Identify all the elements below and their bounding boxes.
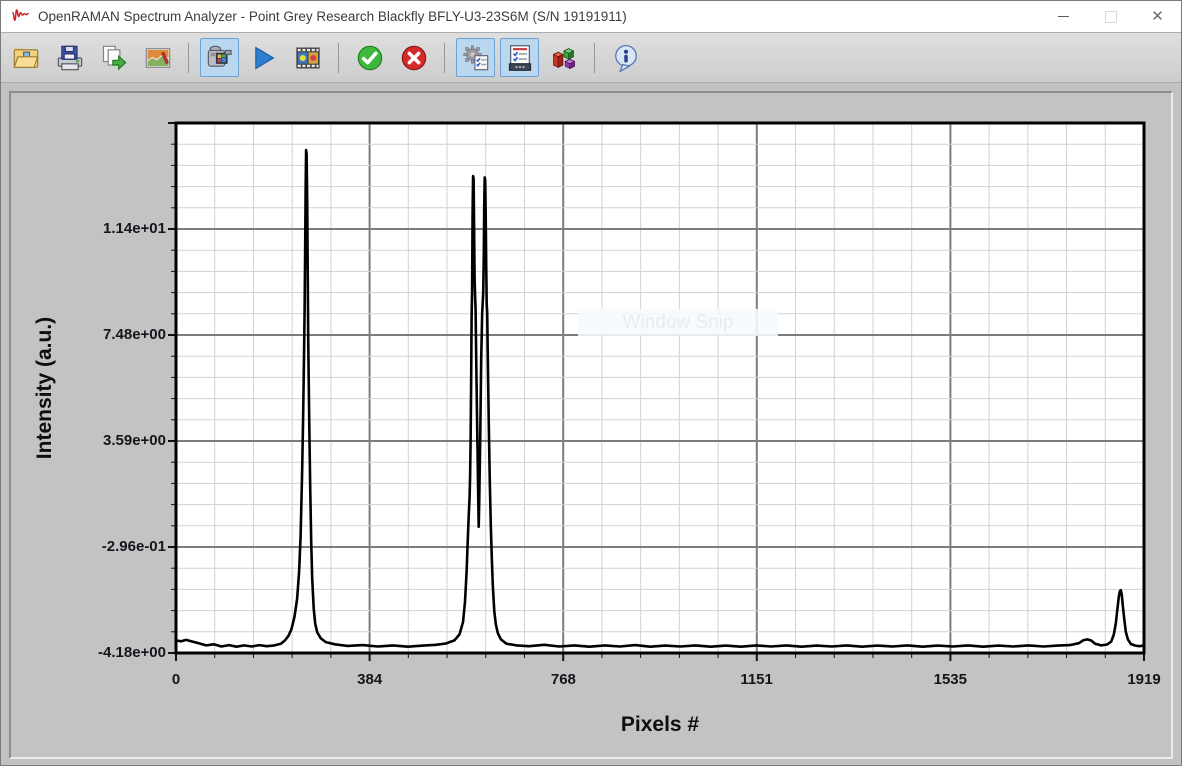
folder-icon: [12, 44, 40, 72]
window-title: OpenRAMAN Spectrum Analyzer - Point Grey…: [38, 9, 1040, 24]
toolbar-button-cancel[interactable]: [394, 38, 433, 77]
toolbar: [1, 33, 1181, 83]
minimize-button[interactable]: [1040, 1, 1087, 32]
y-tick-label: -2.96e-01: [56, 538, 166, 555]
titlebar: OpenRAMAN Spectrum Analyzer - Point Grey…: [1, 1, 1181, 33]
export-pages-icon: [100, 44, 128, 72]
close-icon: ✕: [1151, 9, 1164, 24]
camera-icon: [206, 44, 234, 72]
close-button[interactable]: ✕: [1134, 1, 1181, 32]
spectrum-plot[interactable]: 1.14e+017.48e+003.59e+00-2.96e-01-4.18e+…: [156, 121, 1146, 666]
toolbar-button-export[interactable]: [94, 38, 133, 77]
y-tick-label: 7.48e+00: [56, 326, 166, 343]
toolbar-button-save-image[interactable]: [138, 38, 177, 77]
info-icon: [612, 44, 640, 72]
toolbar-button-camera[interactable]: [200, 38, 239, 77]
y-axis-title: Intensity (a.u.): [33, 228, 63, 548]
x-tick-label: 384: [330, 671, 410, 688]
toolbar-button-chart-blocks[interactable]: [544, 38, 583, 77]
toolbar-button-info[interactable]: [606, 38, 645, 77]
window-controls: ✕: [1040, 1, 1181, 32]
app-logo-icon: [11, 7, 30, 26]
cancel-x-icon: [400, 44, 428, 72]
image-icon: [144, 44, 172, 72]
gear-checklist-icon: [462, 44, 490, 72]
toolbar-separator: [338, 43, 339, 73]
accept-check-icon: [356, 44, 384, 72]
x-tick-label: 1151: [717, 671, 797, 688]
app-window: OpenRAMAN Spectrum Analyzer - Point Grey…: [0, 0, 1182, 766]
checklist-icon: [506, 44, 534, 72]
toolbar-button-play[interactable]: [244, 38, 283, 77]
chart-panel: Intensity (a.u.) 1.14e+017.48e+003.59e+0…: [9, 91, 1173, 759]
toolbar-separator: [444, 43, 445, 73]
toolbar-button-filmstrip[interactable]: [288, 38, 327, 77]
toolbar-separator: [188, 43, 189, 73]
toolbar-separator: [594, 43, 595, 73]
client-area: Intensity (a.u.) 1.14e+017.48e+003.59e+0…: [1, 83, 1181, 765]
toolbar-button-open-file[interactable]: [6, 38, 45, 77]
maximize-icon: [1105, 11, 1117, 23]
plot-canvas: [156, 121, 1146, 666]
x-tick-label: 1919: [1104, 671, 1182, 688]
y-tick-label: -4.18e+00: [56, 644, 166, 661]
toolbar-button-save[interactable]: [50, 38, 89, 77]
x-tick-label: 768: [523, 671, 603, 688]
y-tick-label: 3.59e+00: [56, 432, 166, 449]
toolbar-button-acquisition-settings[interactable]: [456, 38, 495, 77]
x-tick-label: 1535: [910, 671, 990, 688]
filmstrip-icon: [294, 44, 322, 72]
y-tick-label: 1.14e+01: [56, 220, 166, 237]
x-axis-title: Pixels #: [360, 713, 960, 737]
maximize-button[interactable]: [1087, 1, 1134, 32]
minimize-icon: [1058, 16, 1069, 17]
chart-blocks-icon: [550, 44, 578, 72]
play-icon: [250, 44, 278, 72]
toolbar-button-accept[interactable]: [350, 38, 389, 77]
toolbar-button-processing-list[interactable]: [500, 38, 539, 77]
x-tick-label: 0: [136, 671, 216, 688]
save-icon: [56, 44, 84, 72]
